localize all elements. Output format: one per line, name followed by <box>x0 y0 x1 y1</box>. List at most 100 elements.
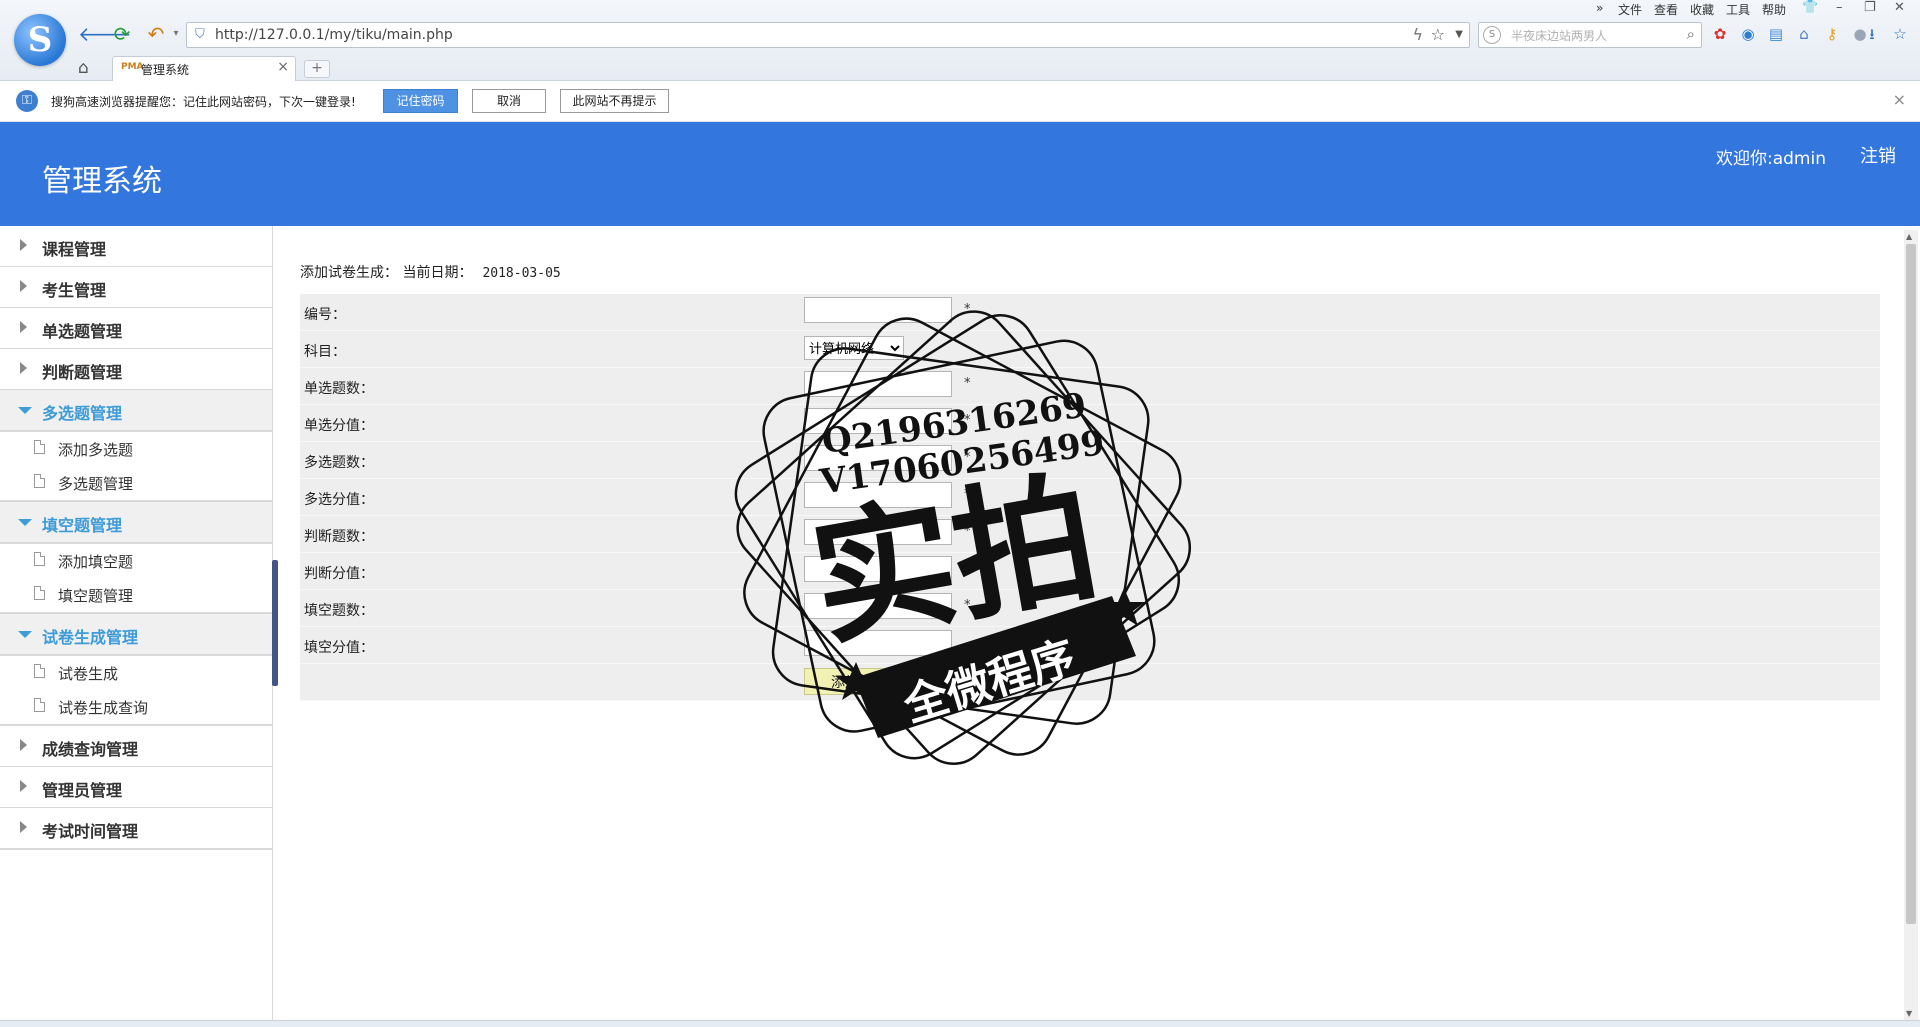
sidebar: 课程管理 考生管理 单选题管理 判断题管理 多选题管理 添加多选题 多选题管理 … <box>0 226 273 1020</box>
menu-help[interactable]: 帮助 <box>1762 1 1786 18</box>
single-score-input[interactable] <box>804 408 952 434</box>
sidebar-item-query-paper[interactable]: 试卷生成查询 <box>0 690 272 724</box>
translate-icon[interactable]: ⌂ <box>1794 24 1814 44</box>
add-button[interactable]: 添加 <box>804 668 888 695</box>
menu-more[interactable]: » <box>1596 1 1603 15</box>
single-count-input[interactable] <box>804 371 952 397</box>
tab-close-icon[interactable]: × <box>277 59 289 75</box>
mail-icon[interactable]: ▤ <box>1766 24 1786 44</box>
expand-arrow-icon <box>20 362 27 374</box>
screenshot-icon[interactable]: ◉ <box>1738 24 1758 44</box>
current-date: 2018-03-05 <box>482 266 561 281</box>
sidebar-group-students[interactable]: 考生管理 <box>0 267 272 309</box>
logout-link[interactable]: 注销 <box>1860 142 1896 168</box>
restore-icon[interactable]: ❐ <box>1864 0 1876 15</box>
favorites-star-icon[interactable]: ☆ <box>1890 24 1910 44</box>
form-row: 判断题数： * <box>300 516 1880 553</box>
back-icon[interactable]: 🡐 <box>78 22 132 46</box>
document-icon <box>34 440 45 454</box>
blank-score-label: 填空分值： <box>304 640 374 656</box>
sidebar-group-single-choice[interactable]: 单选题管理 <box>0 308 272 350</box>
home-icon[interactable]: ⌂ <box>78 58 89 78</box>
speed-mode-icon[interactable]: ϟ <box>1412 25 1423 44</box>
remember-password-button[interactable]: 记住密码 <box>383 89 458 113</box>
form-title: 添加试卷生成： 当前日期： 2018-03-05 <box>300 262 561 282</box>
app-title: 管理系统 <box>42 164 162 199</box>
address-dropdown-icon[interactable]: ▼ <box>1455 29 1463 40</box>
sidebar-group-paper-generation[interactable]: 试卷生成管理 <box>0 614 272 656</box>
document-icon <box>34 698 45 712</box>
menu-view[interactable]: 查看 <box>1654 1 1678 18</box>
single-count-label: 单选题数： <box>304 381 374 397</box>
close-reminder-icon[interactable]: × <box>1893 90 1906 109</box>
vertical-scrollbar[interactable]: ▲ ▼ <box>1904 230 1918 1020</box>
sidebar-group-label: 考试时间管理 <box>42 822 139 841</box>
bookmark-star-icon[interactable]: ☆ <box>1431 25 1445 44</box>
password-reminder-bar: ⚿ 搜狗高速浏览器提醒您：记住此网站密码，下次一键登录! 记住密码 取消 此网站… <box>0 81 1920 122</box>
tab-active[interactable]: PMA 管理系统 × <box>112 56 296 81</box>
search-engine-icon[interactable]: S <box>1483 26 1501 44</box>
judge-count-input[interactable] <box>804 519 952 545</box>
search-icon[interactable]: ⌕ <box>1687 25 1695 43</box>
download-icon[interactable]: ⭳ <box>1862 24 1882 44</box>
form-row: 编号： * <box>300 294 1880 331</box>
subject-select[interactable]: 计算机网络 <box>804 336 904 360</box>
address-bar[interactable]: ⛉ http://127.0.0.1/my/tiku/main.php ϟ ☆ … <box>186 22 1470 48</box>
scroll-up-icon[interactable]: ▲ <box>1906 232 1912 241</box>
minimize-icon[interactable]: – <box>1836 0 1843 15</box>
main-content: 添加试卷生成： 当前日期： 2018-03-05 编号： * 科目： 计算机网络 … <box>278 226 1902 1020</box>
sidebar-item-add-blank[interactable]: 添加填空题 <box>0 544 272 578</box>
sidebar-group-label: 成绩查询管理 <box>42 740 139 759</box>
scrollbar-thumb[interactable] <box>1906 244 1916 924</box>
weibo-icon[interactable]: ✿ <box>1710 24 1730 44</box>
scroll-down-icon[interactable]: ▼ <box>1906 1009 1912 1018</box>
id-label: 编号： <box>304 307 346 323</box>
new-tab-button[interactable]: + <box>304 60 330 78</box>
sidebar-group-exam-time[interactable]: 考试时间管理 <box>0 808 272 850</box>
judge-score-input[interactable] <box>804 556 952 582</box>
form-row: 填空分值： <box>300 627 1880 664</box>
search-box[interactable]: S 半夜床边站两男人 ⌕ <box>1478 22 1702 48</box>
cancel-button[interactable]: 取消 <box>472 89 546 113</box>
required-mark: * <box>964 561 971 576</box>
required-mark: * <box>964 302 971 317</box>
sidebar-item-label: 添加多选题 <box>58 441 134 459</box>
multi-count-input[interactable] <box>804 445 952 471</box>
sidebar-group-multi-choice[interactable]: 多选题管理 <box>0 390 272 432</box>
blank-count-input[interactable] <box>804 593 952 619</box>
sidebar-item-label: 试卷生成查询 <box>58 699 149 717</box>
window-close-icon[interactable]: ✕ <box>1894 0 1905 15</box>
sidebar-group-true-false[interactable]: 判断题管理 <box>0 349 272 391</box>
menu-tools[interactable]: 工具 <box>1726 1 1750 18</box>
multi-count-label: 多选题数： <box>304 455 374 471</box>
security-shield-icon: ⛉ <box>195 27 205 42</box>
key-icon[interactable]: ⚷ <box>1822 24 1842 44</box>
expand-arrow-icon <box>20 821 27 833</box>
multi-score-input[interactable] <box>804 482 952 508</box>
skin-icon[interactable]: 👕 <box>1802 0 1818 15</box>
sidebar-item-generate-paper[interactable]: 试卷生成 <box>0 656 272 690</box>
document-icon <box>34 664 45 678</box>
sidebar-group-courses[interactable]: 课程管理 <box>0 226 272 268</box>
address-url[interactable]: http://127.0.0.1/my/tiku/main.php <box>215 27 453 43</box>
never-remind-button[interactable]: 此网站不再提示 <box>560 89 669 113</box>
id-input[interactable] <box>804 297 952 323</box>
sidebar-item-manage-blank[interactable]: 填空题管理 <box>0 578 272 612</box>
sidebar-group-fill-blank[interactable]: 填空题管理 <box>0 502 272 544</box>
sidebar-group-scores[interactable]: 成绩查询管理 <box>0 726 272 768</box>
judge-count-label: 判断题数： <box>304 529 374 545</box>
form-row: 单选分值： * <box>300 405 1880 442</box>
menu-favorites[interactable]: 收藏 <box>1690 1 1714 18</box>
sidebar-group-admins[interactable]: 管理员管理 <box>0 767 272 809</box>
blank-score-input[interactable] <box>804 630 952 656</box>
sidebar-item-add-multi[interactable]: 添加多选题 <box>0 432 272 466</box>
form-row: 填空题数： * <box>300 590 1880 627</box>
menu-file[interactable]: 文件 <box>1618 1 1642 18</box>
undo-dropdown-icon[interactable]: ▾ <box>164 22 188 46</box>
browser-logo-icon[interactable]: S <box>14 14 66 66</box>
sidebar-item-manage-multi[interactable]: 多选题管理 <box>0 466 272 500</box>
form-row: 科目： 计算机网络 <box>300 331 1880 368</box>
welcome-user: 欢迎你:admin <box>1716 149 1826 169</box>
document-icon <box>34 552 45 566</box>
refresh-icon[interactable]: ⟳ <box>110 22 134 46</box>
